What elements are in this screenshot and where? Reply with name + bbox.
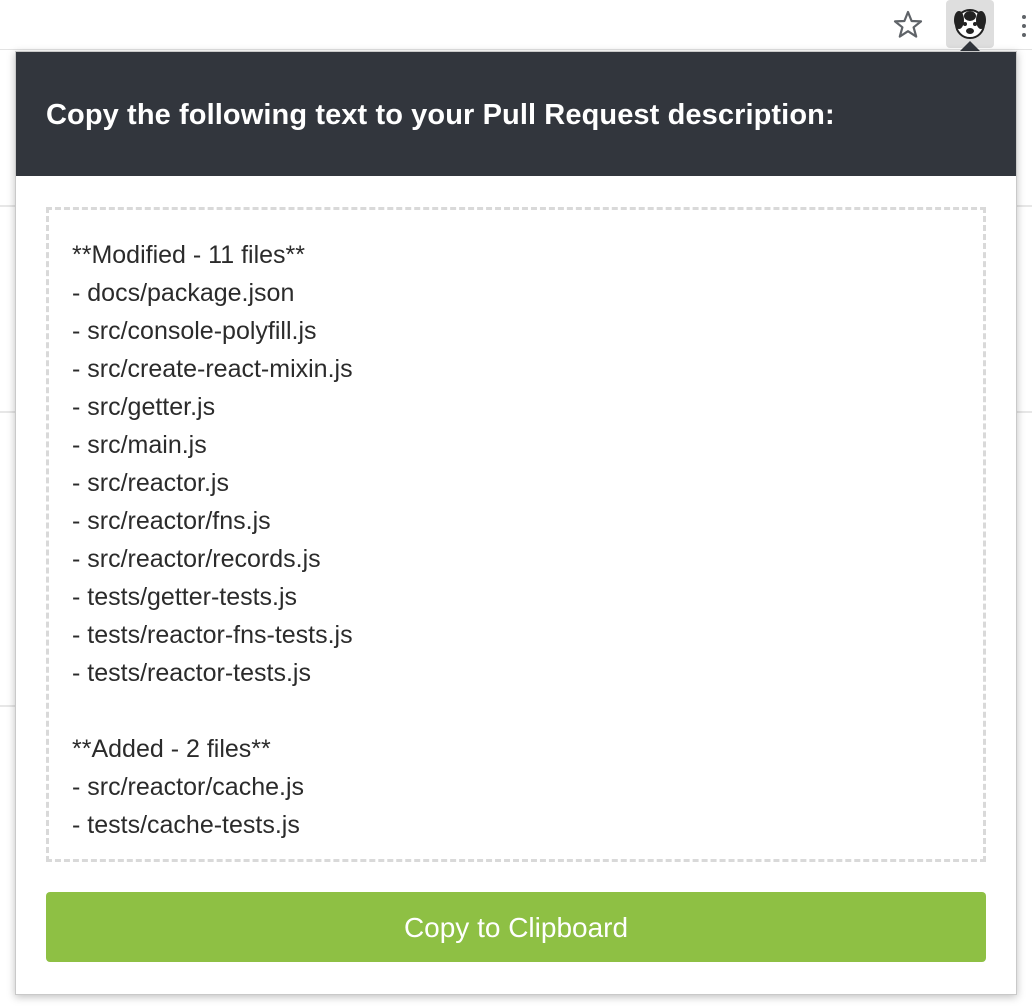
text-line: - src/main.js — [72, 431, 207, 459]
text-line: **Modified - 11 files** — [72, 241, 305, 269]
pr-description-text-box[interactable]: **Modified - 11 files** - docs/package.j… — [46, 207, 986, 862]
popup-title: Copy the following text to your Pull Req… — [46, 99, 835, 131]
background-divider — [1017, 205, 1032, 207]
text-line: - src/reactor/fns.js — [72, 507, 271, 535]
extension-popup: Copy the following text to your Pull Req… — [15, 51, 1017, 995]
popup-caret — [960, 41, 980, 51]
text-line: - tests/reactor-fns-tests.js — [72, 621, 353, 649]
text-line — [72, 692, 983, 730]
text-line: - src/reactor/cache.js — [72, 773, 305, 801]
text-line: **Added - 2 files** — [72, 735, 271, 763]
text-line: - src/console-polyfill.js — [72, 317, 317, 345]
copy-to-clipboard-button[interactable]: Copy to Clipboard — [46, 892, 986, 962]
text-line: - src/getter.js — [72, 393, 216, 421]
background-divider — [1017, 411, 1032, 413]
text-line: - tests/reactor-tests.js — [72, 659, 311, 687]
text-line: - docs/package.json — [72, 279, 295, 307]
browser-toolbar — [0, 0, 1032, 50]
three-dots-vertical-icon[interactable] — [1018, 12, 1032, 40]
background-divider — [0, 205, 15, 207]
background-divider — [0, 411, 15, 413]
text-line: - tests/getter-tests.js — [72, 583, 298, 611]
popup-header: Copy the following text to your Pull Req… — [16, 52, 1016, 176]
background-divider — [0, 705, 15, 707]
text-line: - src/reactor.js — [72, 469, 229, 497]
star-outline-icon[interactable] — [892, 9, 924, 41]
text-line: - src/create-react-mixin.js — [72, 355, 353, 383]
text-line: - tests/cache-tests.js — [72, 811, 300, 839]
text-line: - src/reactor/records.js — [72, 545, 321, 573]
